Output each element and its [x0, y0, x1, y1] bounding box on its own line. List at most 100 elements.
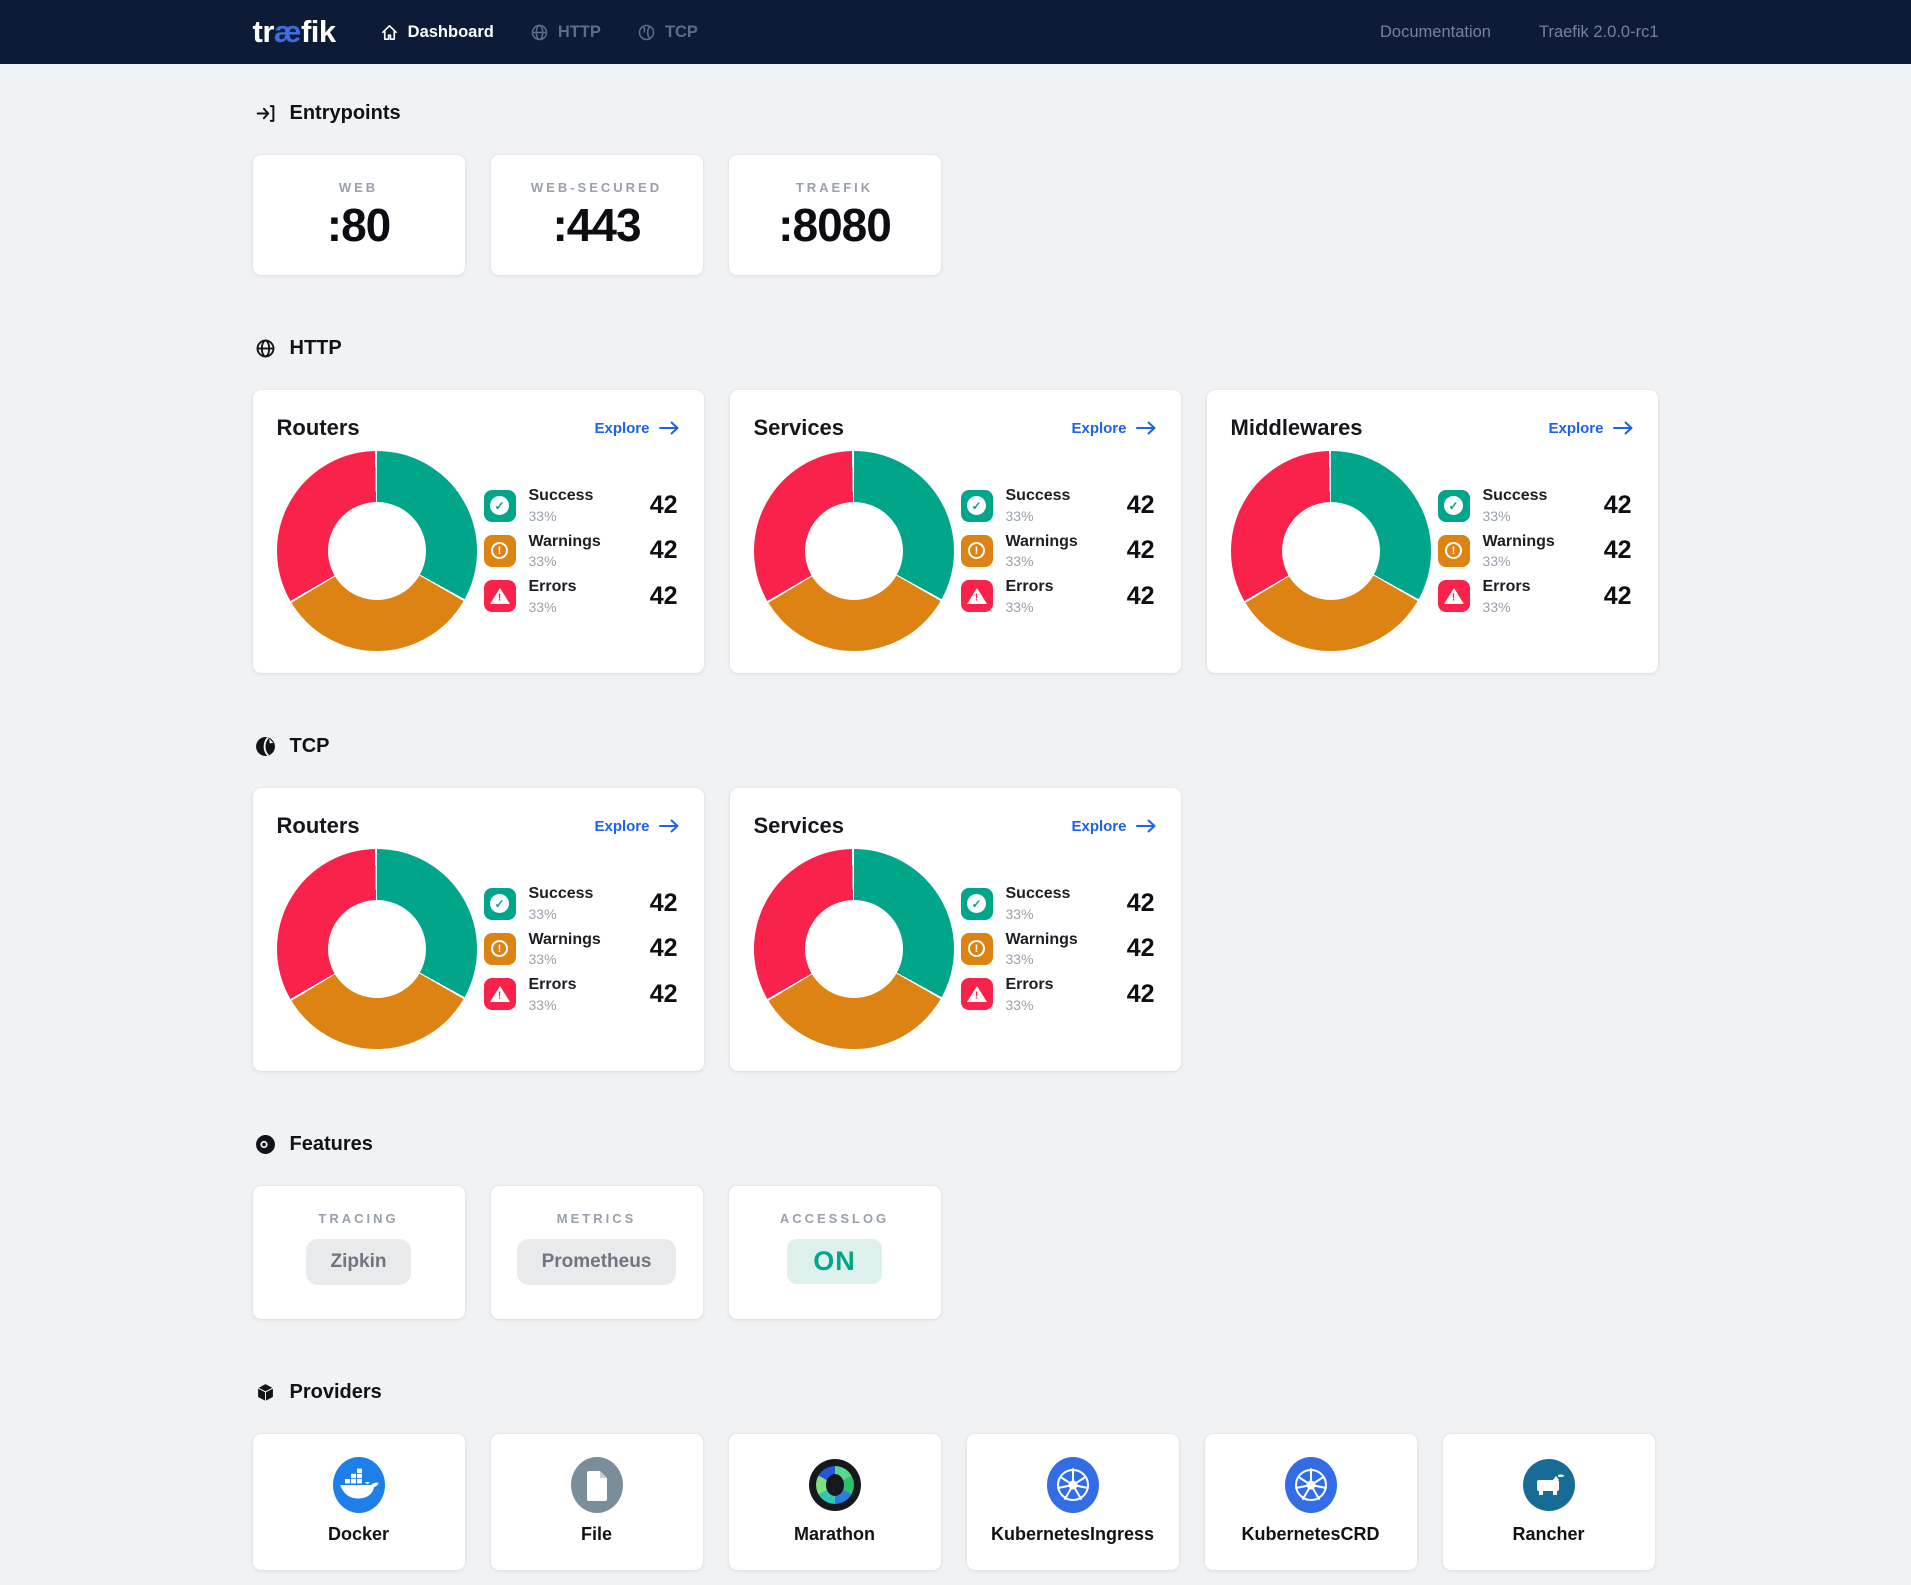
- entrypoint-name: WEB-SECURED: [531, 180, 662, 195]
- provider-card-file: File: [491, 1434, 703, 1570]
- section-title: TCP: [290, 735, 330, 758]
- entrypoint-name: TRAEFIK: [796, 180, 873, 195]
- legend-row-warnings: ! Warnings33% 42: [1438, 533, 1632, 569]
- legend-value: 42: [650, 934, 678, 963]
- provider-label: KubernetesIngress: [991, 1524, 1154, 1545]
- feature-name: METRICS: [557, 1211, 637, 1226]
- legend-row-errors: ! Errors33% 42: [484, 578, 678, 614]
- donut-chart: [1231, 451, 1431, 651]
- nav-item-label: Dashboard: [408, 23, 494, 42]
- explore-link[interactable]: Explore: [1071, 420, 1156, 437]
- tcp-ball-icon: [255, 736, 276, 757]
- explore-link[interactable]: Explore: [594, 420, 679, 437]
- legend-value: 42: [1604, 582, 1632, 611]
- explore-link[interactable]: Explore: [594, 818, 679, 835]
- donut-chart: [754, 849, 954, 1049]
- legend-row-errors: ! Errors33% 42: [484, 976, 678, 1012]
- provider-card-docker: Docker: [253, 1434, 465, 1570]
- http-middlewares-card: Middlewares Explore ✓ Success33% 42 ! Wa…: [1207, 390, 1658, 673]
- legend-value: 42: [1127, 491, 1155, 520]
- entrypoint-card-traefik: TRAEFIK :8080: [729, 155, 941, 275]
- legend-value: 42: [650, 491, 678, 520]
- http-section-header: HTTP: [255, 337, 1659, 360]
- marathon-icon: [809, 1458, 861, 1512]
- nav-item-http[interactable]: HTTP: [530, 23, 601, 42]
- legend-row-errors: ! Errors33% 42: [1438, 578, 1632, 614]
- arrow-right-icon: [1135, 421, 1157, 435]
- providers-section-header: Providers: [255, 1381, 1659, 1404]
- warning-triangle-icon: !: [961, 580, 993, 612]
- provider-label: KubernetesCRD: [1241, 1524, 1379, 1545]
- provider-label: Docker: [328, 1524, 389, 1545]
- section-title: Features: [290, 1133, 373, 1156]
- feature-card-metrics: METRICS Prometheus: [491, 1186, 703, 1319]
- check-circle-icon: ✓: [484, 490, 516, 522]
- check-circle-icon: ✓: [484, 888, 516, 920]
- home-icon: [380, 23, 399, 42]
- explore-link[interactable]: Explore: [1548, 420, 1633, 437]
- nav-item-tcp[interactable]: TCP: [637, 23, 698, 42]
- entrypoint-port: :443: [552, 200, 640, 251]
- entrypoints-icon: [255, 103, 276, 124]
- feature-on-badge: ON: [787, 1239, 882, 1284]
- legend-value: 42: [650, 536, 678, 565]
- section-title: HTTP: [290, 337, 342, 360]
- provider-label: Marathon: [794, 1524, 875, 1545]
- legend-row-success: ✓ Success33% 42: [484, 885, 678, 921]
- legend-row-success: ✓ Success33% 42: [961, 487, 1155, 523]
- arrow-right-icon: [658, 421, 680, 435]
- entrypoints-section-header: Entrypoints: [255, 102, 1659, 125]
- warning-triangle-icon: !: [484, 580, 516, 612]
- legend-value: 42: [650, 889, 678, 918]
- provider-card-kubernetesingress: KubernetesIngress: [967, 1434, 1179, 1570]
- exclamation-circle-icon: !: [961, 933, 993, 965]
- feature-name: ACCESSLOG: [780, 1211, 889, 1226]
- check-circle-icon: ✓: [961, 888, 993, 920]
- legend-value: 42: [650, 582, 678, 611]
- tcp-section-header: TCP: [255, 735, 1659, 758]
- entrypoint-name: WEB: [339, 180, 378, 195]
- exclamation-circle-icon: !: [484, 535, 516, 567]
- chart-card-title: Routers: [277, 813, 360, 839]
- chart-card-title: Services: [754, 415, 845, 441]
- section-title: Providers: [290, 1381, 382, 1404]
- legend-row-success: ✓ Success33% 42: [484, 487, 678, 523]
- provider-label: File: [581, 1524, 612, 1545]
- legend-value: 42: [1127, 934, 1155, 963]
- warning-triangle-icon: !: [961, 978, 993, 1010]
- section-title: Entrypoints: [290, 102, 401, 125]
- documentation-link[interactable]: Documentation: [1380, 23, 1491, 42]
- entrypoint-port: :8080: [778, 200, 891, 251]
- legend-value: 42: [1604, 491, 1632, 520]
- file-icon: [570, 1458, 624, 1512]
- legend-value: 42: [1604, 536, 1632, 565]
- chart-card-title: Routers: [277, 415, 360, 441]
- tcp-services-card: Services Explore ✓ Success33% 42 ! Warni…: [730, 788, 1181, 1071]
- globe-icon: [530, 23, 549, 42]
- legend-row-success: ✓ Success33% 42: [1438, 487, 1632, 523]
- arrow-right-icon: [658, 819, 680, 833]
- feature-name: TRACING: [318, 1211, 398, 1226]
- traefik-logo: træfik: [253, 14, 336, 50]
- nav-item-dashboard[interactable]: Dashboard: [380, 23, 494, 42]
- exclamation-circle-icon: !: [1438, 535, 1470, 567]
- feature-card-tracing: TRACING Zipkin: [253, 1186, 465, 1319]
- chart-card-title: Middlewares: [1231, 415, 1363, 441]
- legend-value: 42: [1127, 980, 1155, 1009]
- warning-triangle-icon: !: [1438, 580, 1470, 612]
- entrypoint-port: :80: [327, 200, 390, 251]
- entrypoint-card-web: WEB :80: [253, 155, 465, 275]
- exclamation-circle-icon: !: [961, 535, 993, 567]
- version-label: Traefik 2.0.0-rc1: [1539, 23, 1659, 42]
- nav-item-label: TCP: [665, 23, 698, 42]
- explore-link[interactable]: Explore: [1071, 818, 1156, 835]
- provider-card-marathon: Marathon: [729, 1434, 941, 1570]
- donut-chart: [277, 849, 477, 1049]
- legend-row-warnings: ! Warnings33% 42: [484, 533, 678, 569]
- chart-card-title: Services: [754, 813, 845, 839]
- http-routers-card: Routers Explore ✓ Success33% 42 ! Warnin…: [253, 390, 704, 673]
- docker-icon: [332, 1458, 386, 1512]
- donut-chart: [754, 451, 954, 651]
- kubernetes-icon: [1046, 1458, 1100, 1512]
- legend-value: 42: [1127, 889, 1155, 918]
